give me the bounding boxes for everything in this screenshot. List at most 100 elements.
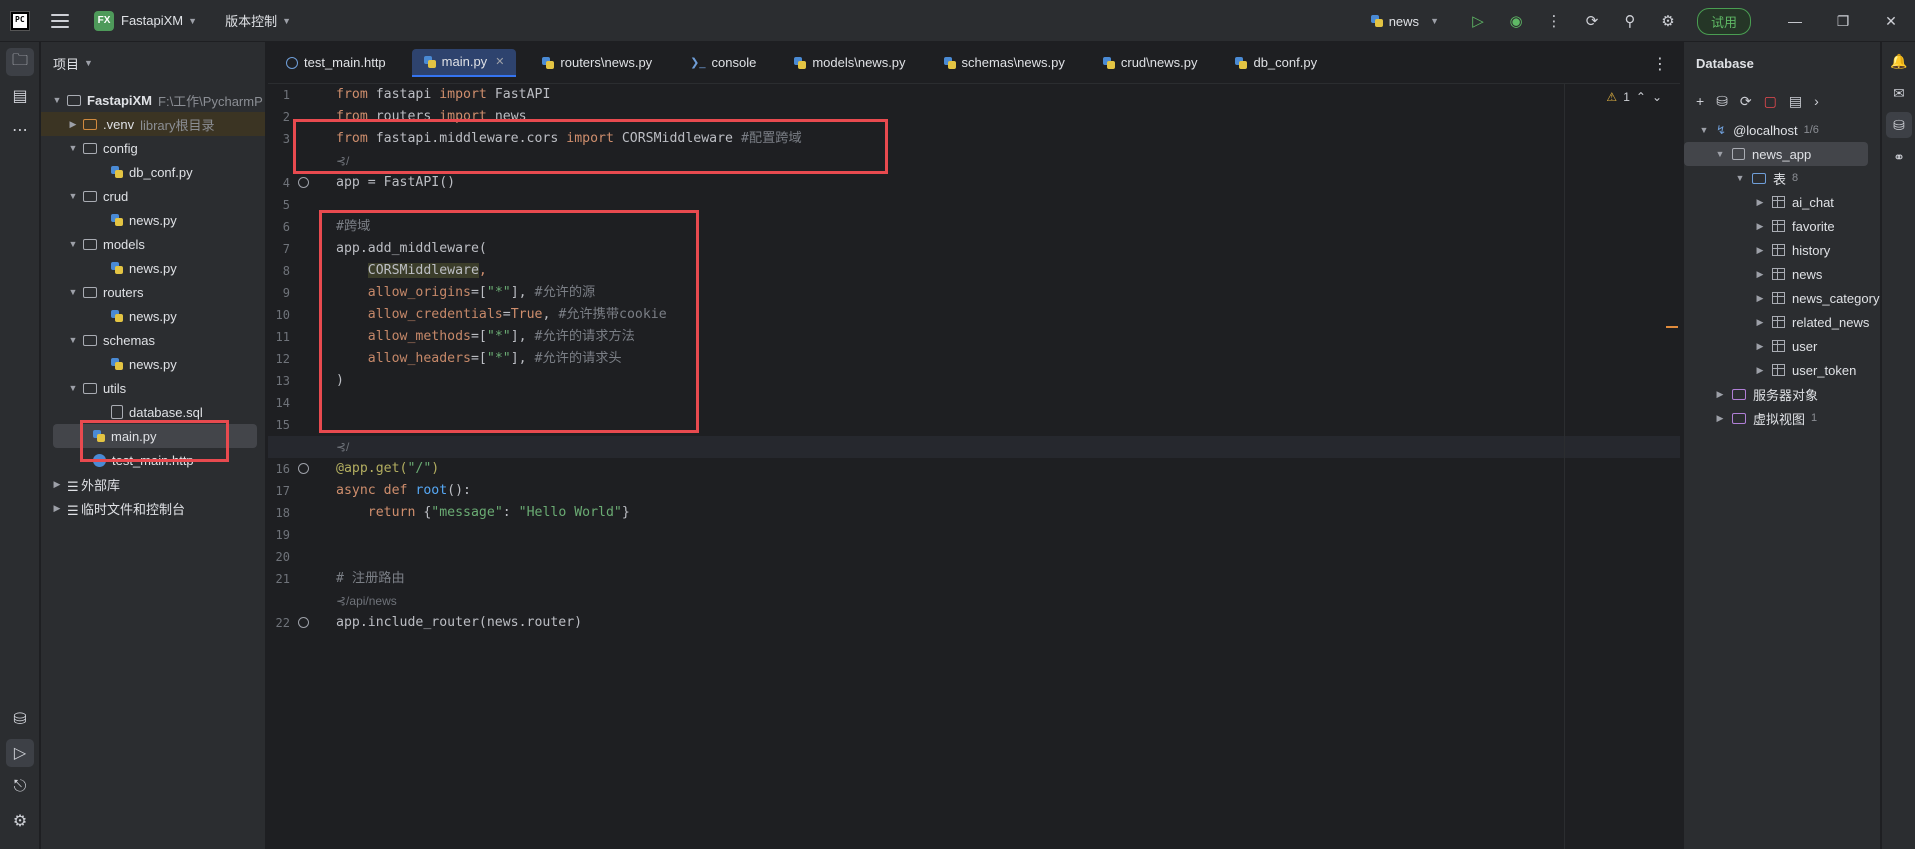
endpoints-icon[interactable]: ⚭ <box>1886 144 1912 170</box>
db-table-item[interactable]: ▶ user_token <box>1684 358 1880 382</box>
collapsed-arrow-icon[interactable]: ▶ <box>1754 365 1766 376</box>
project-tool-folder-icon[interactable]: 🗀 <box>6 48 34 76</box>
tab-main-py[interactable]: main.py ✕ <box>411 48 517 77</box>
endpoint-globe-icon[interactable] <box>298 617 309 628</box>
python-console-icon[interactable]: ⎋ <box>6 773 34 801</box>
close-tab-icon[interactable]: ✕ <box>495 55 504 68</box>
tree-item-utils[interactable]: ▼ utils <box>41 376 265 400</box>
collapsed-arrow-icon[interactable]: ▶ <box>1754 317 1766 328</box>
expand-arrow-icon[interactable]: ▼ <box>67 335 79 345</box>
notifications-bell-icon[interactable]: 🔔 <box>1886 48 1912 74</box>
expand-arrow-icon[interactable]: ▼ <box>67 239 79 249</box>
chevron-down-icon[interactable]: ▼ <box>282 16 291 26</box>
collapsed-arrow-icon[interactable]: ▶ <box>1754 245 1766 256</box>
expand-arrow-icon[interactable]: ▼ <box>67 191 79 201</box>
db-server-objects[interactable]: ▶ 服务器对象 <box>1684 382 1880 406</box>
db-virtual-views[interactable]: ▶ 虚拟视图 1 <box>1684 406 1880 430</box>
tree-item-schemas-news[interactable]: news.py <box>41 352 265 376</box>
run-icon[interactable]: ▷ <box>1469 12 1487 30</box>
tree-item-config[interactable]: ▼ config <box>41 136 265 160</box>
database-icon[interactable]: ⛁ <box>6 705 34 733</box>
collapsed-arrow-icon[interactable]: ▶ <box>1714 389 1726 400</box>
collapsed-arrow-icon[interactable]: ▶ <box>1754 341 1766 352</box>
minimize-button[interactable]: — <box>1771 13 1819 29</box>
expand-arrow-icon[interactable]: ▼ <box>51 95 63 105</box>
expand-arrow-icon[interactable]: ▼ <box>67 383 79 393</box>
tree-item-routers-news[interactable]: news.py <box>41 304 265 328</box>
db-table-item[interactable]: ▶ user <box>1684 334 1880 358</box>
refresh-icon[interactable]: ⟳ <box>1740 93 1752 110</box>
services-icon[interactable]: ⚙ <box>6 807 34 835</box>
collapsed-arrow-icon[interactable]: ▶ <box>1754 293 1766 304</box>
tab-db-conf[interactable]: db_conf.py <box>1223 49 1329 77</box>
code-editor[interactable]: ⚠ 1 ⌃ ⌄ 1 2 3 4 5 6 7 8 9 10 11 12 13 14… <box>268 84 1680 849</box>
collapsed-arrow-icon[interactable]: ▶ <box>1754 269 1766 280</box>
endpoint-globe-icon[interactable] <box>298 463 309 474</box>
db-table-item[interactable]: ▶ news_category <box>1684 286 1880 310</box>
tab-crud-news[interactable]: crud\news.py <box>1091 49 1210 77</box>
ai-chat-icon[interactable]: ✉ <box>1886 80 1912 106</box>
db-table-item[interactable]: ▶ favorite <box>1684 214 1880 238</box>
tree-item-schemas[interactable]: ▼ schemas <box>41 328 265 352</box>
chevron-down-icon[interactable]: ▼ <box>188 16 197 26</box>
project-badge[interactable]: FX <box>94 10 114 31</box>
ai-assistant-icon[interactable]: ⟳ <box>1583 12 1601 30</box>
tree-item-venv[interactable]: ▶ .venv library根目录 <box>41 112 265 136</box>
project-panel-header[interactable]: 项目 ▼ <box>41 42 265 84</box>
collapsed-arrow-icon[interactable]: ▶ <box>1714 413 1726 424</box>
project-name[interactable]: FastapiXM <box>121 13 183 28</box>
route-hint[interactable]: ⊰/api/news <box>336 590 1680 612</box>
search-icon[interactable]: ⚲ <box>1621 12 1639 30</box>
stop-icon[interactable]: ▢ <box>1764 93 1777 110</box>
endpoint-globe-icon[interactable] <box>298 177 309 188</box>
tab-routers-news[interactable]: routers\news.py <box>530 49 664 77</box>
expand-arrow-icon[interactable]: ▼ <box>1698 125 1710 135</box>
tab-schemas-news[interactable]: schemas\news.py <box>932 49 1077 77</box>
db-table-item[interactable]: ▶ news <box>1684 262 1880 286</box>
close-window-button[interactable]: ✕ <box>1867 13 1915 30</box>
settings-gear-icon[interactable]: ⚙ <box>1659 12 1677 30</box>
tab-models-news[interactable]: models\news.py <box>782 49 917 77</box>
expand-arrow-icon[interactable]: ▼ <box>1714 149 1726 159</box>
chevron-down-icon[interactable]: ▼ <box>84 58 93 68</box>
db-table-item[interactable]: ▶ ai_chat <box>1684 190 1880 214</box>
more-tools-icon[interactable]: ⋯ <box>6 116 34 144</box>
tree-root[interactable]: ▼ FastapiXM F:\工作\PycharmP <box>41 88 265 112</box>
tree-item-routers[interactable]: ▼ routers <box>41 280 265 304</box>
expand-arrow-icon[interactable]: ▼ <box>1734 173 1746 183</box>
db-schema-news-app[interactable]: ▼ news_app <box>1684 142 1868 166</box>
more-actions-icon[interactable]: ⋮ <box>1545 12 1563 30</box>
tree-item-models[interactable]: ▼ models <box>41 232 265 256</box>
tree-item-scratches[interactable]: ▶ ☰ 临时文件和控制台 <box>41 496 265 520</box>
usages-hint[interactable]: ⊰/ <box>336 436 1680 458</box>
console-icon[interactable]: ▤ <box>1789 93 1802 110</box>
debug-icon[interactable]: ◉ <box>1507 12 1525 30</box>
data-source-properties-icon[interactable]: ⛁ <box>1716 93 1728 110</box>
run-config-selector[interactable]: news ▼ <box>1370 14 1439 29</box>
db-table-item[interactable]: ▶ history <box>1684 238 1880 262</box>
collapsed-arrow-icon[interactable]: ▶ <box>67 119 79 130</box>
db-tables-folder[interactable]: ▼ 表 8 <box>1684 166 1880 190</box>
main-menu-icon[interactable] <box>51 13 69 28</box>
db-connection[interactable]: ▼ ↯ @localhost 1/6 <box>1684 118 1880 142</box>
tree-item-external-libs[interactable]: ▶ ☰ 外部库 <box>41 472 265 496</box>
tree-item-models-news[interactable]: news.py <box>41 256 265 280</box>
restore-button[interactable]: ❐ <box>1819 13 1867 30</box>
tab-test-main-http[interactable]: test_main.http <box>274 49 398 77</box>
tree-item-db-conf[interactable]: db_conf.py <box>41 160 265 184</box>
tab-options-icon[interactable]: ⋮ <box>1652 54 1668 74</box>
expand-arrow-icon[interactable]: ▼ <box>67 143 79 153</box>
run-tool-icon[interactable]: ▷ <box>6 739 34 767</box>
tree-item-crud[interactable]: ▼ crud <box>41 184 265 208</box>
collapsed-arrow-icon[interactable]: ▶ <box>1754 197 1766 208</box>
chevron-right-icon[interactable]: › <box>1814 93 1819 109</box>
collapsed-arrow-icon[interactable]: ▶ <box>1754 221 1766 232</box>
tab-console[interactable]: ❯_ console <box>678 49 768 77</box>
tree-item-crud-news[interactable]: news.py <box>41 208 265 232</box>
collapsed-arrow-icon[interactable]: ▶ <box>51 479 63 490</box>
vcs-menu[interactable]: 版本控制 <box>225 11 277 30</box>
collapsed-arrow-icon[interactable]: ▶ <box>51 503 63 514</box>
trial-button[interactable]: 试用 <box>1696 7 1751 35</box>
database-tool-icon[interactable]: ⛁ <box>1886 112 1912 138</box>
expand-arrow-icon[interactable]: ▼ <box>67 287 79 297</box>
